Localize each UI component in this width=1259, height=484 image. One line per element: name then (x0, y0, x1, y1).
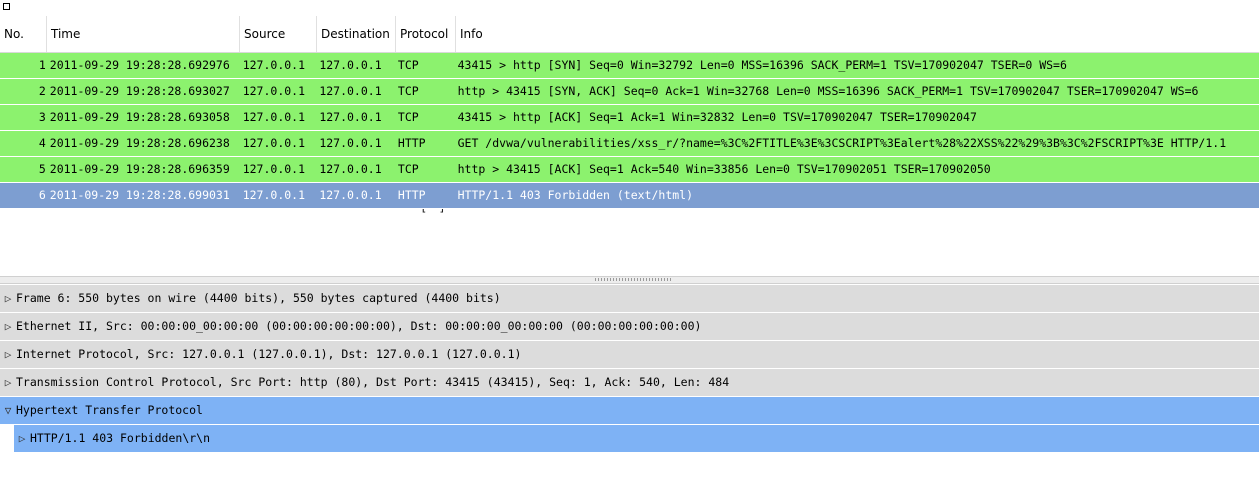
detail-http[interactable]: ▽ Hypertext Transfer Protocol (0, 397, 1259, 425)
column-header-info[interactable]: Info (456, 16, 1259, 52)
detail-frame-text: Frame 6: 550 bytes on wire (4400 bits), … (16, 291, 501, 305)
packet-no: 2 (38, 84, 46, 98)
expand-arrow-icon[interactable]: ▷ (14, 425, 30, 452)
packet-source: 127.0.0.1 (242, 110, 306, 124)
detail-ip[interactable]: ▷ Internet Protocol, Src: 127.0.0.1 (127… (0, 341, 1259, 369)
detail-http-status[interactable]: ▷ HTTP/1.1 403 Forbidden\r\n (0, 425, 1259, 453)
packet-protocol: TCP (397, 162, 419, 176)
packet-time: 2011-09-29 19:28:28.692976 (49, 58, 230, 72)
packet-source: 127.0.0.1 (242, 58, 306, 72)
packet-time: 2011-09-29 19:28:28.693058 (49, 110, 230, 124)
packet-source: 127.0.0.1 (242, 84, 306, 98)
packet-destination: 127.0.0.1 (319, 162, 382, 176)
column-header-protocol[interactable]: Protocol (396, 16, 456, 52)
packet-info: GET /dvwa/vulnerabilities/xss_r/?name=%3… (457, 136, 1227, 150)
packet-source: 127.0.0.1 (242, 136, 306, 150)
detail-ethernet[interactable]: ▷ Ethernet II, Src: 00:00:00_00:00:00 (0… (0, 313, 1259, 341)
detail-http-status-text: HTTP/1.1 403 Forbidden\r\n (30, 431, 211, 445)
expand-arrow-icon[interactable]: ▷ (0, 341, 16, 368)
packet-protocol: TCP (397, 58, 419, 72)
packet-row[interactable]: 1 2011-09-29 19:28:28.692976 127.0.0.1 1… (0, 53, 1259, 79)
packet-destination: 127.0.0.1 (319, 110, 382, 124)
packet-row[interactable]: 2 2011-09-29 19:28:28.693027 127.0.0.1 1… (0, 79, 1259, 105)
packet-row[interactable]: 5 2011-09-29 19:28:28.696359 127.0.0.1 1… (0, 157, 1259, 183)
packet-no: 4 (38, 136, 46, 150)
detail-tcp-text: Transmission Control Protocol, Src Port:… (16, 375, 730, 389)
packet-info: 43415 > http [SYN] Seq=0 Win=32792 Len=0… (457, 58, 1067, 72)
window-corner-marker (3, 3, 10, 10)
packet-protocol: TCP (397, 84, 419, 98)
packet-info: http > 43415 [SYN, ACK] Seq=0 Ack=1 Win=… (457, 84, 1199, 98)
expand-arrow-icon[interactable]: ▷ (0, 285, 16, 312)
packet-info: http > 43415 [ACK] Seq=1 Ack=540 Win=338… (457, 162, 991, 176)
packet-no: 1 (38, 58, 46, 72)
packet-no: 5 (38, 162, 46, 176)
packet-destination: 127.0.0.1 (319, 136, 382, 150)
detail-tcp[interactable]: ▷ Transmission Control Protocol, Src Por… (0, 369, 1259, 397)
detail-ip-text: Internet Protocol, Src: 127.0.0.1 (127.0… (16, 347, 522, 361)
splitter-grip-icon[interactable] (595, 278, 671, 281)
packet-row[interactable]: 3 2011-09-29 19:28:28.693058 127.0.0.1 1… (0, 105, 1259, 131)
packet-list[interactable]: No. Time Source Destination Protocol Inf… (0, 16, 1259, 276)
collapse-arrow-icon[interactable]: ▽ (0, 397, 16, 424)
column-header-source[interactable]: Source (240, 16, 317, 52)
packet-row[interactable]: 4 2011-09-29 19:28:28.696238 127.0.0.1 1… (0, 131, 1259, 157)
partial-row-text: [ ] (420, 209, 448, 214)
column-header-no[interactable]: No. (0, 16, 47, 52)
packet-info: HTTP/1.1 403 Forbidden (text/html) (457, 188, 694, 202)
packet-destination: 127.0.0.1 (319, 58, 382, 72)
detail-http-text: Hypertext Transfer Protocol (16, 403, 203, 417)
detail-ethernet-text: Ethernet II, Src: 00:00:00_00:00:00 (00:… (16, 319, 702, 333)
packet-time: 2011-09-29 19:28:28.696238 (49, 136, 230, 150)
packet-row-selected[interactable]: 6 2011-09-29 19:28:28.699031 127.0.0.1 1… (0, 183, 1259, 209)
packet-time: 2011-09-29 19:28:28.699031 (49, 188, 230, 202)
packet-source: 127.0.0.1 (242, 162, 306, 176)
packet-time: 2011-09-29 19:28:28.693027 (49, 84, 230, 98)
packet-source: 127.0.0.1 (242, 188, 306, 202)
packet-details-tree[interactable]: ▷ Frame 6: 550 bytes on wire (4400 bits)… (0, 285, 1259, 453)
pane-splitter[interactable] (0, 276, 1259, 284)
packet-protocol: HTTP (397, 188, 426, 202)
packet-info: 43415 > http [ACK] Seq=1 Ack=1 Win=32832… (457, 110, 977, 124)
packet-destination: 127.0.0.1 (319, 84, 382, 98)
column-header-destination[interactable]: Destination (317, 16, 396, 52)
expand-arrow-icon[interactable]: ▷ (0, 369, 16, 396)
packet-no: 3 (38, 110, 46, 124)
packet-list-header: No. Time Source Destination Protocol Inf… (0, 16, 1259, 53)
column-header-time[interactable]: Time (47, 16, 240, 52)
packet-destination: 127.0.0.1 (319, 188, 382, 202)
detail-frame[interactable]: ▷ Frame 6: 550 bytes on wire (4400 bits)… (0, 285, 1259, 313)
expand-arrow-icon[interactable]: ▷ (0, 313, 16, 340)
packet-no: 6 (38, 188, 46, 202)
packet-protocol: HTTP (397, 136, 426, 150)
packet-protocol: TCP (397, 110, 419, 124)
packet-time: 2011-09-29 19:28:28.696359 (49, 162, 230, 176)
packet-row-partial[interactable]: [ ] (0, 209, 1259, 219)
